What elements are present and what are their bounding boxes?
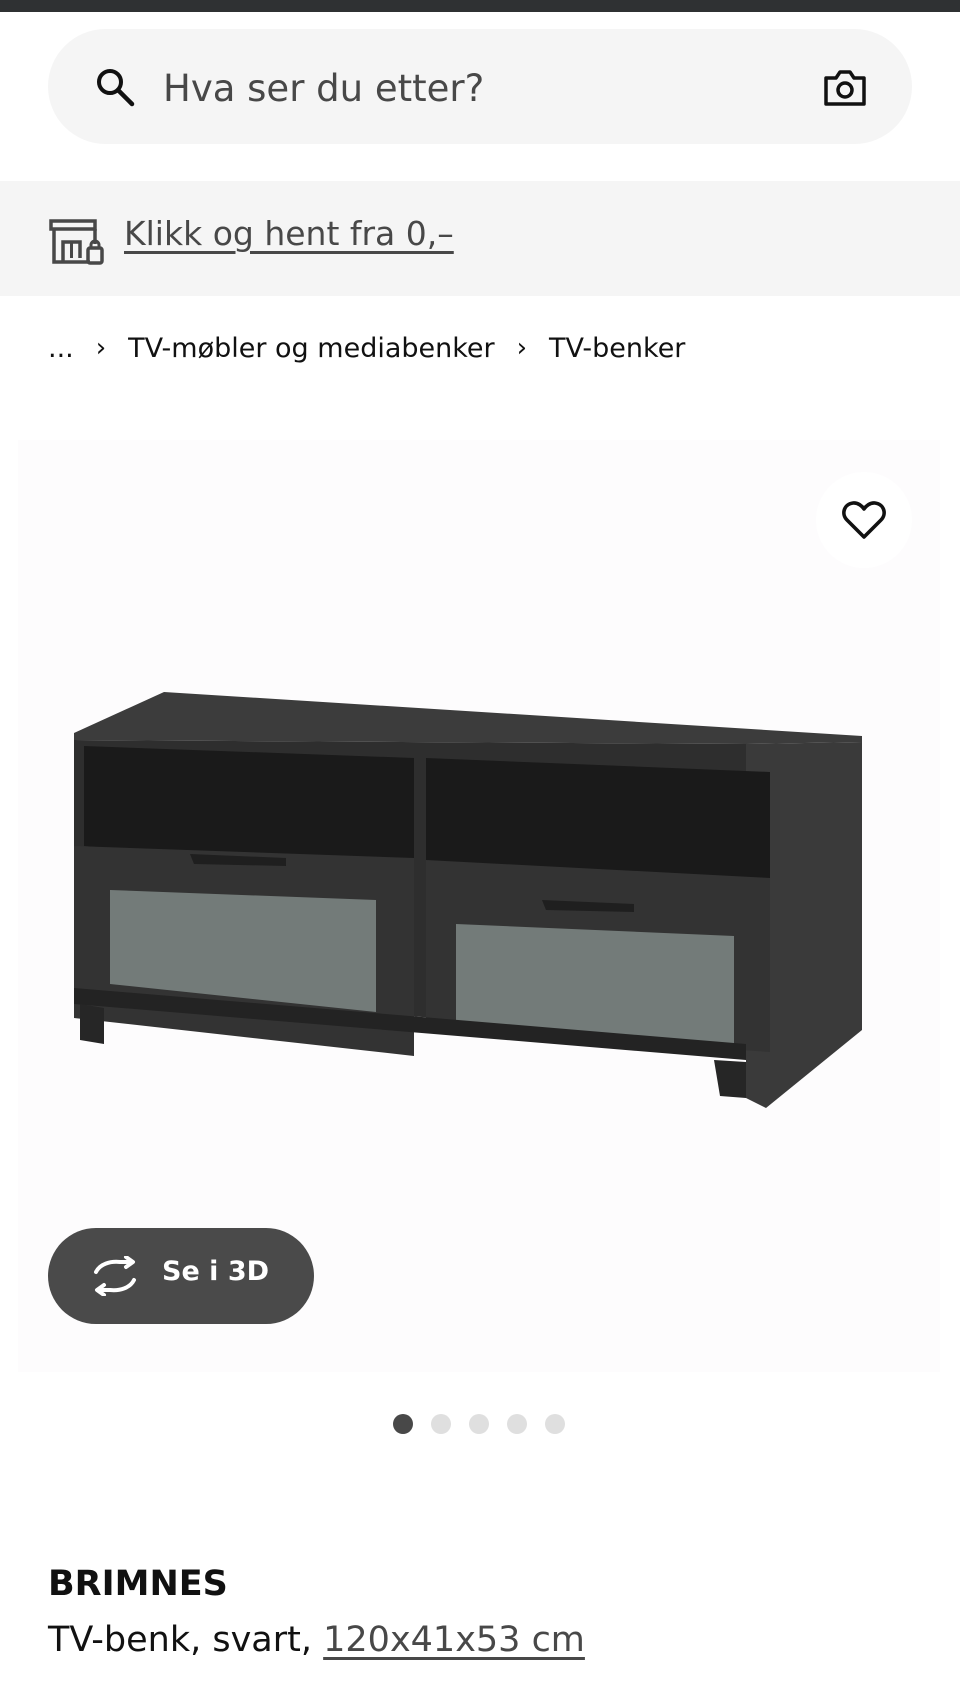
carousel-dots — [393, 1413, 583, 1435]
product-description-row: TV-benk, svart, 120x41x53 cm — [48, 1620, 585, 1660]
store-icon — [49, 219, 104, 265]
heart-icon — [842, 501, 886, 539]
rotate-icon — [94, 1256, 136, 1296]
search-icon[interactable] — [94, 66, 136, 108]
carousel-dot[interactable] — [431, 1414, 451, 1434]
view-in-3d-label: Se i 3D — [162, 1256, 270, 1287]
carousel-dot[interactable] — [545, 1414, 565, 1434]
breadcrumb-item-tv-benches[interactable]: TV-benker — [549, 333, 685, 364]
click-and-collect-link[interactable]: Klikk og hent fra 0,– — [124, 214, 454, 253]
chevron-right-icon: › — [516, 333, 528, 363]
chevron-right-icon: › — [95, 333, 107, 363]
camera-icon[interactable] — [822, 66, 868, 108]
breadcrumb-ellipsis[interactable]: ... — [48, 333, 74, 364]
product-dimensions-link[interactable]: 120x41x53 cm — [323, 1620, 585, 1660]
favourite-button[interactable] — [816, 472, 912, 568]
tv-bench-illustration — [74, 692, 862, 1108]
top-strip — [0, 0, 960, 12]
search-input[interactable] — [163, 58, 763, 118]
carousel-dot[interactable] — [507, 1414, 527, 1434]
carousel-dot[interactable] — [469, 1414, 489, 1434]
product-name: BRIMNES — [48, 1564, 228, 1604]
breadcrumb-item-tv-furniture[interactable]: TV-møbler og mediabenker — [128, 333, 494, 364]
product-description: TV-benk, svart, — [48, 1620, 312, 1660]
view-in-3d-button[interactable]: Se i 3D — [48, 1228, 314, 1324]
breadcrumb: ... › TV-møbler og mediabenker › TV-benk… — [48, 326, 685, 370]
carousel-dot[interactable] — [393, 1414, 413, 1434]
